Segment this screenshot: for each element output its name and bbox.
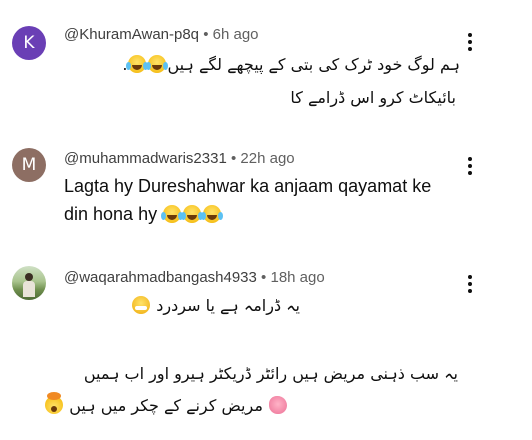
avatar[interactable] [12, 266, 46, 300]
person-body-icon [23, 281, 35, 297]
exploding-head-icon [45, 392, 64, 414]
comment-text-line: یہ ڈرامہ ہے یا سردرد [131, 296, 300, 315]
comment-thread-item: @waqarahmadbangash4933 • 18h ago یہ ڈرام… [0, 0, 532, 440]
face-vomiting-icon [132, 296, 151, 314]
comment-header: @waqarahmadbangash4933 • 18h ago [64, 269, 325, 286]
more-actions-icon[interactable] [460, 272, 480, 296]
comment-text-line: مریض کرنے کے چکر میں ہیں [44, 392, 288, 415]
comment-text-line: یہ سب ذہنی مریض ہیں رائٹر ڈریکٹر ہیرو او… [83, 364, 458, 383]
separator: • [261, 269, 267, 286]
brain-icon [269, 396, 287, 414]
author-handle[interactable]: @waqarahmadbangash4933 [64, 269, 257, 286]
comment-time[interactable]: 18h ago [270, 269, 324, 286]
person-silhouette-icon [25, 273, 33, 281]
